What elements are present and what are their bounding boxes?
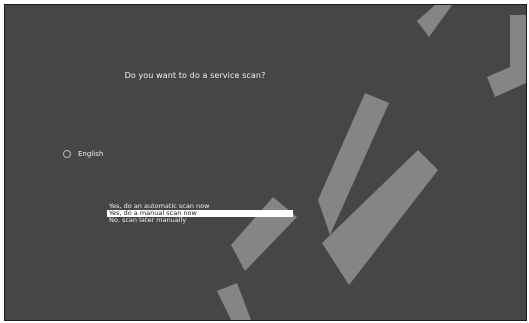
language-option[interactable]: English [63,150,103,158]
tv-screen: Do you want to do a service scan? Englis… [4,4,527,321]
radio-unselected-icon[interactable] [63,150,71,158]
option-scan-later[interactable]: No, scan later manually [107,217,293,224]
scan-options-list: Yes, do an automatic scan now Yes, do a … [107,203,293,224]
scan-question: Do you want to do a service scan? [124,71,266,80]
language-label: English [78,150,104,158]
watermark-stripes [217,5,526,320]
